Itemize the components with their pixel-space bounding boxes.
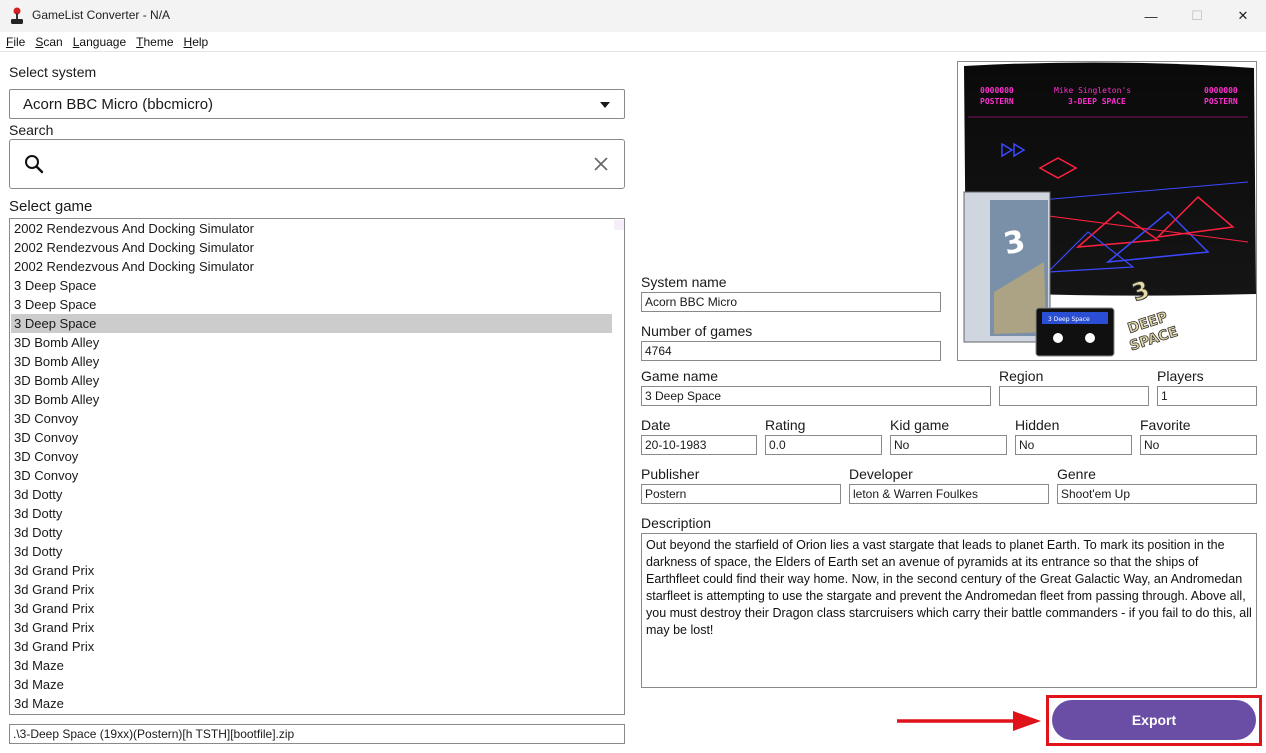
select-game-label: Select game: [9, 198, 93, 215]
window-title: GameList Converter - N/A: [32, 8, 171, 22]
menu-file[interactable]: File: [6, 35, 25, 49]
developer-field[interactable]: leton & Warren Foulkes: [849, 484, 1049, 504]
clear-icon[interactable]: [592, 155, 610, 173]
publisher-field[interactable]: Postern: [641, 484, 841, 504]
hidden-field[interactable]: No: [1015, 435, 1132, 455]
list-item[interactable]: 2002 Rendezvous And Docking Simulator: [11, 257, 612, 276]
developer-label: Developer: [849, 466, 913, 482]
kid-game-field[interactable]: No: [890, 435, 1007, 455]
cover-image: 0000000 POSTERN 0000000 POSTERN Mike Sin…: [957, 61, 1257, 361]
list-item[interactable]: 3d Maze: [11, 656, 612, 675]
list-item[interactable]: 3D Bomb Alley: [11, 333, 612, 352]
game-name-label: Game name: [641, 368, 719, 384]
favorite-label: Favorite: [1140, 417, 1191, 433]
menu-theme[interactable]: Theme: [136, 35, 173, 49]
system-name-label: System name: [641, 274, 727, 290]
file-path-field[interactable]: .\3-Deep Space (19xx)(Postern)[h TSTH][b…: [9, 724, 625, 744]
description-field[interactable]: Out beyond the starfield of Orion lies a…: [641, 533, 1257, 688]
system-select-value: Acorn BBC Micro (bbcmicro): [23, 96, 214, 113]
svg-text:Mike Singleton's: Mike Singleton's: [1054, 86, 1131, 95]
list-item[interactable]: 2002 Rendezvous And Docking Simulator: [11, 238, 612, 257]
cover-header-left: POSTERN: [980, 97, 1014, 106]
players-label: Players: [1157, 368, 1204, 384]
cover-score-right: 0000000: [1204, 86, 1238, 95]
close-button[interactable]: ✕: [1220, 0, 1266, 32]
arrow-icon: [897, 711, 1041, 731]
cover-score-left: 0000000: [980, 86, 1014, 95]
game-list[interactable]: 2002 Rendezvous And Docking Simulator 200…: [9, 218, 625, 715]
date-field[interactable]: 20-10-1983: [641, 435, 757, 455]
rating-label: Rating: [765, 417, 806, 433]
list-item[interactable]: 3 Deep Space: [11, 295, 612, 314]
list-item[interactable]: 3d Dotty: [11, 485, 612, 504]
menu-scan[interactable]: Scan: [35, 35, 62, 49]
description-label: Description: [641, 515, 712, 531]
region-label: Region: [999, 368, 1044, 384]
list-corner: [614, 220, 624, 230]
list-item[interactable]: 3d Grand Prix: [11, 561, 612, 580]
list-item[interactable]: 3d Grand Prix: [11, 618, 612, 637]
list-item[interactable]: 3d Grand Prix: [11, 580, 612, 599]
dropdown-arrow-icon: [600, 102, 610, 108]
list-item[interactable]: 3d Dotty: [11, 504, 612, 523]
cover-game-title: 3-DEEP SPACE: [1068, 97, 1126, 106]
list-item[interactable]: 3D Convoy: [11, 447, 612, 466]
rating-field[interactable]: 0.0: [765, 435, 882, 455]
list-item[interactable]: 3 Deep Space: [11, 314, 612, 333]
list-item[interactable]: 3d Dotty: [11, 523, 612, 542]
search-box: [9, 139, 625, 189]
cover-header-right: POSTERN: [1204, 97, 1238, 106]
players-field[interactable]: 1: [1157, 386, 1257, 406]
list-item[interactable]: 3D Bomb Alley: [11, 371, 612, 390]
cover-credit-suffix: 's: [1121, 86, 1131, 95]
list-item[interactable]: 3D Convoy: [11, 428, 612, 447]
list-item[interactable]: 3D Convoy: [11, 466, 612, 485]
genre-field[interactable]: Shoot'em Up: [1057, 484, 1257, 504]
list-item[interactable]: 3d Maze: [11, 675, 612, 694]
system-select[interactable]: Acorn BBC Micro (bbcmicro): [9, 89, 625, 119]
list-item[interactable]: 2002 Rendezvous And Docking Simulator: [11, 219, 612, 238]
joystick-icon: [11, 7, 23, 24]
cover-art: 0000000 POSTERN 0000000 POSTERN Mike Sin…: [958, 62, 1256, 360]
list-item[interactable]: 3 Deep Space: [11, 276, 612, 295]
date-label: Date: [641, 417, 671, 433]
region-field[interactable]: [999, 386, 1149, 406]
list-item[interactable]: 3D Convoy: [11, 409, 612, 428]
minimize-button[interactable]: —: [1128, 0, 1174, 32]
search-icon: [25, 155, 44, 174]
favorite-field[interactable]: No: [1140, 435, 1257, 455]
hidden-label: Hidden: [1015, 417, 1060, 433]
list-item[interactable]: 3d Dotty: [11, 542, 612, 561]
publisher-label: Publisher: [641, 466, 700, 482]
genre-label: Genre: [1057, 466, 1096, 482]
list-item[interactable]: 3d Grand Prix: [11, 599, 612, 618]
kid-game-label: Kid game: [890, 417, 950, 433]
cover-cassette-label: 3 Deep Space: [1048, 316, 1090, 323]
export-button[interactable]: Export: [1052, 700, 1256, 740]
list-item[interactable]: 3D Bomb Alley: [11, 352, 612, 371]
game-name-field[interactable]: 3 Deep Space: [641, 386, 991, 406]
select-system-label: Select system: [9, 64, 97, 80]
search-label: Search: [9, 122, 54, 138]
menu-help[interactable]: Help: [184, 35, 209, 49]
cover-credit: Mike Singleton: [1054, 86, 1122, 95]
system-name-field[interactable]: Acorn BBC Micro: [641, 292, 941, 312]
list-item[interactable]: 3d Maze: [11, 694, 612, 713]
maximize-button[interactable]: ☐: [1174, 0, 1220, 32]
menu-language[interactable]: Language: [73, 35, 126, 49]
menu-bar: File Scan Language Theme Help: [0, 32, 1266, 52]
title-bar: GameList Converter - N/A — ☐ ✕: [0, 0, 1266, 32]
list-item[interactable]: 3d Grand Prix: [11, 637, 612, 656]
number-of-games-field[interactable]: 4764: [641, 341, 941, 361]
number-of-games-label: Number of games: [641, 323, 753, 339]
list-item[interactable]: 3D Bomb Alley: [11, 390, 612, 409]
search-input[interactable]: [56, 152, 576, 176]
